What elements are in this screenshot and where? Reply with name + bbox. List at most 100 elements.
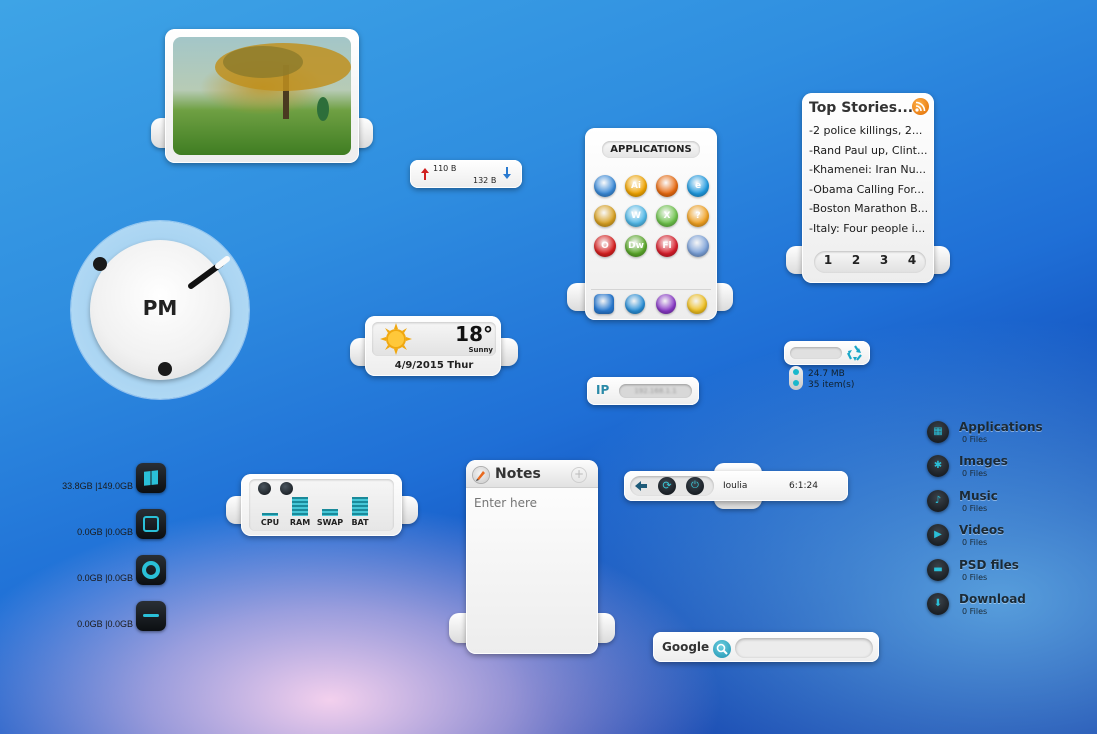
back-icon[interactable] (633, 478, 649, 494)
page-button-4[interactable]: 4 (904, 253, 920, 267)
folder-name: Music (959, 488, 998, 503)
bat-meter-label: BAT (351, 518, 369, 527)
ip-value-field: 192.168.1.1 (619, 384, 692, 398)
messenger-icon[interactable] (594, 175, 616, 197)
weather-date: 4/9/2015 Thur (394, 360, 474, 371)
ie-icon[interactable]: e (687, 175, 709, 197)
drive-used: 0.0GB (77, 573, 103, 583)
folder-name: Images (959, 454, 1008, 469)
drive-used: 0.0GB (77, 527, 103, 537)
folder-count: 0 Files (962, 572, 988, 582)
power-icon[interactable]: ⏻ (686, 477, 704, 495)
applications-folder-icon: ▦ (927, 421, 949, 443)
weather-condition: Sunny (468, 346, 493, 354)
applications-header: APPLICATIONS (602, 141, 700, 158)
recycle-items-dot (793, 380, 799, 386)
rss-icon[interactable] (912, 98, 929, 115)
folder-name: Download (959, 592, 1026, 606)
drive-usage: 0.0GB |0.0GB (33, 573, 133, 583)
story-item[interactable]: -2 police killings, 2... (809, 124, 929, 137)
word-icon[interactable]: W (625, 205, 647, 227)
dreamweaver-icon[interactable]: Dw (625, 235, 647, 257)
story-item[interactable]: -Boston Marathon B... (809, 202, 929, 215)
folder-count: 0 Files (962, 607, 988, 616)
clock-period: PM (142, 296, 178, 320)
opera-icon[interactable]: O (594, 235, 616, 257)
photo-image (173, 37, 351, 155)
flash-icon[interactable]: Fl (656, 235, 678, 257)
notes-textarea[interactable] (470, 493, 594, 649)
clock-marker-dot (93, 257, 107, 271)
chrome-icon[interactable] (594, 205, 616, 227)
windows-drive-icon-glyph (144, 470, 158, 486)
drive-usage: 0.0GB |0.0GB (33, 527, 133, 537)
disk-drive-icon[interactable] (136, 509, 166, 539)
windows-dock-icon[interactable] (594, 294, 614, 314)
globe-dock-icon[interactable] (625, 294, 645, 314)
folder-name: Videos (959, 523, 1005, 538)
recycle-bin-bar (790, 347, 842, 359)
drive-total: |149.0GB (95, 481, 133, 491)
page-button-1[interactable]: 1 (820, 253, 836, 267)
gamepad-dock-icon[interactable] (656, 294, 676, 314)
swap-meter-bar (322, 509, 338, 516)
folder-count: 0 Files (962, 538, 988, 548)
windows-drive-icon[interactable] (136, 463, 166, 493)
excel-icon[interactable]: X (656, 205, 678, 227)
ip-label: IP (596, 383, 610, 397)
upload-arrow-icon (421, 168, 429, 180)
drive-total: |0.0GB (105, 527, 133, 537)
media-title: Ioulia (723, 481, 748, 491)
cpu-meter-bar (262, 513, 278, 516)
story-item[interactable]: -Italy: Four people i... (809, 222, 929, 235)
repeat-icon[interactable]: ⟳ (658, 477, 676, 495)
applications-title: APPLICATIONS (610, 144, 692, 155)
recycle-bin-size: 24.7 MB (808, 369, 845, 379)
google-search-input[interactable] (735, 638, 873, 658)
story-item[interactable]: -Obama Calling For... (809, 183, 929, 196)
story-item[interactable]: -Khamenei: Iran Nu... (809, 163, 929, 176)
optical-drive-icon-glyph (142, 561, 160, 579)
tree-landscape-image (215, 43, 351, 121)
download-folder-icon: ⬇ (927, 593, 949, 615)
media-time: 6:1:24 (789, 481, 818, 491)
help-icon[interactable]: ? (687, 205, 709, 227)
page-button-3[interactable]: 3 (876, 253, 892, 267)
usb-drive-icon[interactable] (136, 601, 166, 631)
illustrator-icon[interactable]: Ai (625, 175, 647, 197)
folder-count: 0 Files (962, 469, 988, 479)
download-value: 132 B (473, 176, 497, 185)
drive-usage: 33.8GB |149.0GB (33, 481, 133, 491)
page-button-2[interactable]: 2 (848, 253, 864, 267)
ram-meter-bar (292, 497, 308, 516)
search-icon[interactable] (713, 640, 731, 658)
sun-icon (380, 323, 412, 355)
add-note-icon[interactable]: + (571, 467, 587, 483)
cpu-gauge-icon (258, 482, 271, 495)
settings-icon[interactable] (687, 235, 709, 257)
disk-drive-icon-glyph (143, 516, 159, 532)
optical-drive-icon[interactable] (136, 555, 166, 585)
notes-title: Notes (495, 466, 541, 482)
recycle-bin-items: 35 item(s) (808, 380, 855, 390)
firefox-icon[interactable] (656, 175, 678, 197)
download-arrow-icon (503, 167, 511, 179)
story-item[interactable]: -Rand Paul up, Clint... (809, 144, 929, 157)
music-folder-icon: ♪ (927, 489, 949, 512)
drive-total: |0.0GB (105, 619, 133, 629)
folder-count: 0 Files (962, 503, 988, 513)
cpu-meter-label: CPU (260, 518, 280, 527)
star-dock-icon[interactable] (687, 294, 707, 314)
folder-name: Applications (959, 420, 1043, 434)
recycle-icon[interactable] (846, 344, 864, 362)
drive-used: 33.8GB (62, 481, 93, 491)
ram-meter-label: RAM (289, 518, 311, 527)
weather-temperature: 18° (455, 322, 493, 346)
top-stories-title: Top Stories... (809, 100, 914, 116)
ram-gauge-icon (280, 482, 293, 495)
folder-count: 0 Files (962, 435, 988, 444)
dock-divider (591, 289, 711, 290)
usb-drive-icon-glyph (143, 614, 159, 617)
drive-used: 0.0GB (77, 619, 103, 629)
ip-value: 192.168.1.1 (634, 387, 677, 395)
